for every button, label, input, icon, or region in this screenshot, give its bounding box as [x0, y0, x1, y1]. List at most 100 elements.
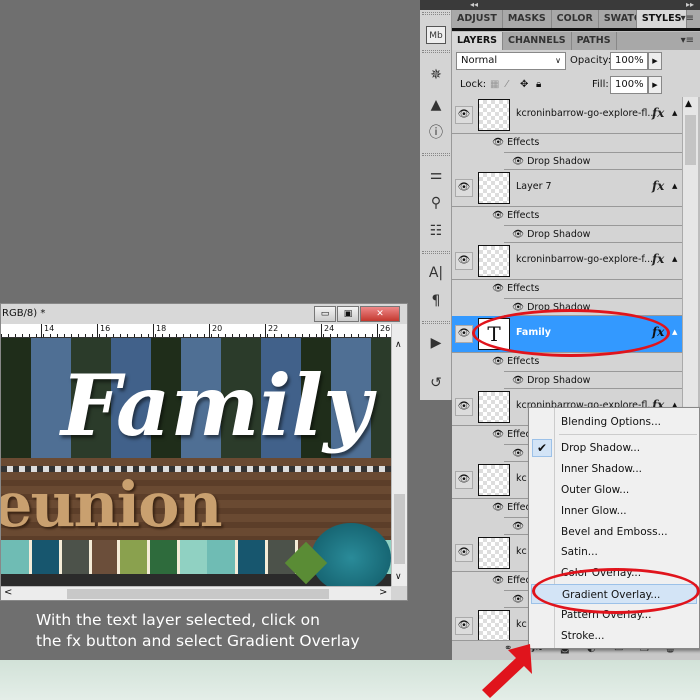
- visibility-eye-icon[interactable]: 👁︎: [455, 617, 473, 635]
- brush-presets-icon[interactable]: ⚌: [426, 166, 446, 184]
- effects-label: Effects: [507, 283, 540, 294]
- visibility-eye-icon[interactable]: 👁︎: [455, 471, 473, 489]
- vertical-scrollbar[interactable]: ∧ ∨: [391, 324, 407, 586]
- menu-item-satin[interactable]: Satin...: [531, 542, 697, 562]
- layer-row[interactable]: 👁︎ Layer 7 fx ▲: [452, 170, 682, 207]
- info-icon[interactable]: ⓘ: [426, 124, 446, 142]
- ruler-tick-label: 24: [321, 324, 334, 338]
- tab-swatches[interactable]: SWATCH: [599, 10, 637, 28]
- scroll-up-icon[interactable]: ▲: [685, 99, 692, 109]
- fx-icon[interactable]: fx: [652, 252, 664, 266]
- menu-item-stroke[interactable]: Stroke...: [531, 626, 697, 646]
- effects-eye-icon[interactable]: 👁︎: [492, 283, 504, 294]
- scroll-down-icon[interactable]: ∨: [395, 572, 402, 582]
- lock-transparency-icon[interactable]: ▦: [490, 76, 499, 94]
- effects-eye-icon[interactable]: 👁︎: [492, 502, 504, 513]
- document-canvas[interactable]: eunion Family: [1, 338, 391, 586]
- character-icon[interactable]: A|: [426, 264, 446, 282]
- tab-layers[interactable]: LAYERS: [452, 32, 504, 50]
- dock-header: ◂◂ ▸▸: [420, 0, 700, 10]
- lock-position-icon[interactable]: ✥: [520, 76, 528, 94]
- panel-menu-icon[interactable]: ▾≡: [681, 10, 694, 28]
- scroll-thumb[interactable]: [394, 494, 405, 564]
- layers-menu-icon[interactable]: ▾≡: [681, 32, 694, 50]
- effects-eye-icon[interactable]: 👁︎: [492, 356, 504, 367]
- brushes-icon[interactable]: ⚲: [426, 194, 446, 212]
- scroll-thumb[interactable]: [67, 589, 329, 599]
- collapse-right-icon[interactable]: ▸▸: [686, 0, 694, 9]
- layer-name[interactable]: kc: [516, 473, 527, 484]
- effect-eye-icon[interactable]: 👁︎: [512, 594, 524, 605]
- effects-row[interactable]: 👁︎ Effects: [452, 134, 682, 152]
- fx-icon[interactable]: fx: [652, 106, 664, 120]
- clone-source-icon[interactable]: ☷: [426, 222, 446, 240]
- histogram-icon[interactable]: ▲: [426, 96, 446, 114]
- lock-pixels-icon[interactable]: ⁄: [506, 76, 508, 94]
- effect-row[interactable]: 👁︎ Drop Shadow: [504, 225, 682, 243]
- effects-eye-icon[interactable]: 👁︎: [492, 137, 504, 148]
- opacity-slider-button[interactable]: ▶: [648, 52, 662, 70]
- collapse-left-icon[interactable]: ◂◂: [470, 0, 478, 9]
- effect-eye-icon[interactable]: 👁︎: [512, 229, 524, 240]
- expand-effects-icon[interactable]: ▲: [672, 328, 677, 336]
- scroll-up-icon[interactable]: ∧: [395, 340, 402, 350]
- lock-all-icon[interactable]: 🔒︎: [536, 76, 541, 94]
- layer-name[interactable]: Layer 7: [516, 181, 552, 192]
- expand-effects-icon[interactable]: ▲: [672, 255, 677, 263]
- menu-item-bevel-and-emboss[interactable]: Bevel and Emboss...: [531, 522, 697, 542]
- scroll-thumb[interactable]: [685, 115, 696, 165]
- visibility-eye-icon[interactable]: 👁︎: [455, 398, 473, 416]
- fill-input[interactable]: 100%: [610, 76, 648, 94]
- layer-name[interactable]: kc: [516, 546, 527, 557]
- scroll-right-icon[interactable]: >: [379, 587, 387, 598]
- effects-eye-icon[interactable]: 👁︎: [492, 210, 504, 221]
- animation-icon[interactable]: ▶: [426, 334, 446, 352]
- effects-eye-icon[interactable]: 👁︎: [492, 429, 504, 440]
- paragraph-icon[interactable]: ¶: [426, 292, 446, 310]
- navigator-icon[interactable]: ✵: [426, 66, 446, 84]
- close-button[interactable]: ✕: [360, 306, 400, 322]
- expand-effects-icon[interactable]: ▲: [672, 109, 677, 117]
- layer-row[interactable]: 👁︎ kcroninbarrow-go-explore-fl... fx ▲: [452, 97, 682, 134]
- visibility-eye-icon[interactable]: 👁︎: [455, 252, 473, 270]
- menu-item-drop-shadow[interactable]: ✔ Drop Shadow...: [531, 438, 697, 458]
- tab-adjustments[interactable]: ADJUST: [452, 10, 503, 28]
- menu-item-inner-shadow[interactable]: Inner Shadow...: [531, 459, 697, 479]
- effects-eye-icon[interactable]: 👁︎: [492, 575, 504, 586]
- effect-row[interactable]: 👁︎ Drop Shadow: [504, 371, 682, 389]
- layer-name[interactable]: kc: [516, 619, 527, 630]
- layer-name[interactable]: kcroninbarrow-go-explore-fl...: [516, 108, 656, 119]
- maximize-button[interactable]: ▣: [337, 306, 359, 322]
- tab-color[interactable]: COLOR: [552, 10, 599, 28]
- mini-bridge-icon[interactable]: Mb: [426, 26, 446, 44]
- scroll-left-icon[interactable]: <: [4, 587, 12, 598]
- menu-item-inner-glow[interactable]: Inner Glow...: [531, 501, 697, 521]
- effects-row[interactable]: 👁︎ Effects: [452, 280, 682, 298]
- effect-eye-icon[interactable]: 👁︎: [512, 448, 524, 459]
- effect-eye-icon[interactable]: 👁︎: [512, 521, 524, 532]
- tab-paths[interactable]: PATHS: [572, 32, 617, 50]
- artwork-family-text: Family: [61, 356, 372, 455]
- tab-masks[interactable]: MASKS: [503, 10, 552, 28]
- visibility-eye-icon[interactable]: 👁︎: [455, 544, 473, 562]
- effects-row[interactable]: 👁︎ Effects: [452, 207, 682, 225]
- fx-icon[interactable]: fx: [652, 179, 664, 193]
- visibility-eye-icon[interactable]: 👁︎: [455, 325, 473, 343]
- menu-item-blending-options[interactable]: Blending Options...: [531, 412, 697, 432]
- expand-effects-icon[interactable]: ▲: [672, 182, 677, 190]
- effect-eye-icon[interactable]: 👁︎: [512, 375, 524, 386]
- layer-name[interactable]: kcroninbarrow-go-explore-f...: [516, 254, 653, 265]
- blend-mode-select[interactable]: Normal ∨: [456, 52, 566, 70]
- visibility-eye-icon[interactable]: 👁︎: [455, 106, 473, 124]
- layer-row[interactable]: 👁︎ kcroninbarrow-go-explore-f... fx ▲: [452, 243, 682, 280]
- fill-slider-button[interactable]: ▶: [648, 76, 662, 94]
- effect-eye-icon[interactable]: 👁︎: [512, 156, 524, 167]
- effect-row[interactable]: 👁︎ Drop Shadow: [504, 152, 682, 170]
- history-icon[interactable]: ↺: [426, 374, 446, 392]
- menu-item-outer-glow[interactable]: Outer Glow...: [531, 480, 697, 500]
- tab-channels[interactable]: CHANNELS: [503, 32, 572, 50]
- horizontal-scrollbar[interactable]: < >: [1, 586, 391, 600]
- minimize-button[interactable]: ▭: [314, 306, 336, 322]
- visibility-eye-icon[interactable]: 👁︎: [455, 179, 473, 197]
- opacity-input[interactable]: 100%: [610, 52, 648, 70]
